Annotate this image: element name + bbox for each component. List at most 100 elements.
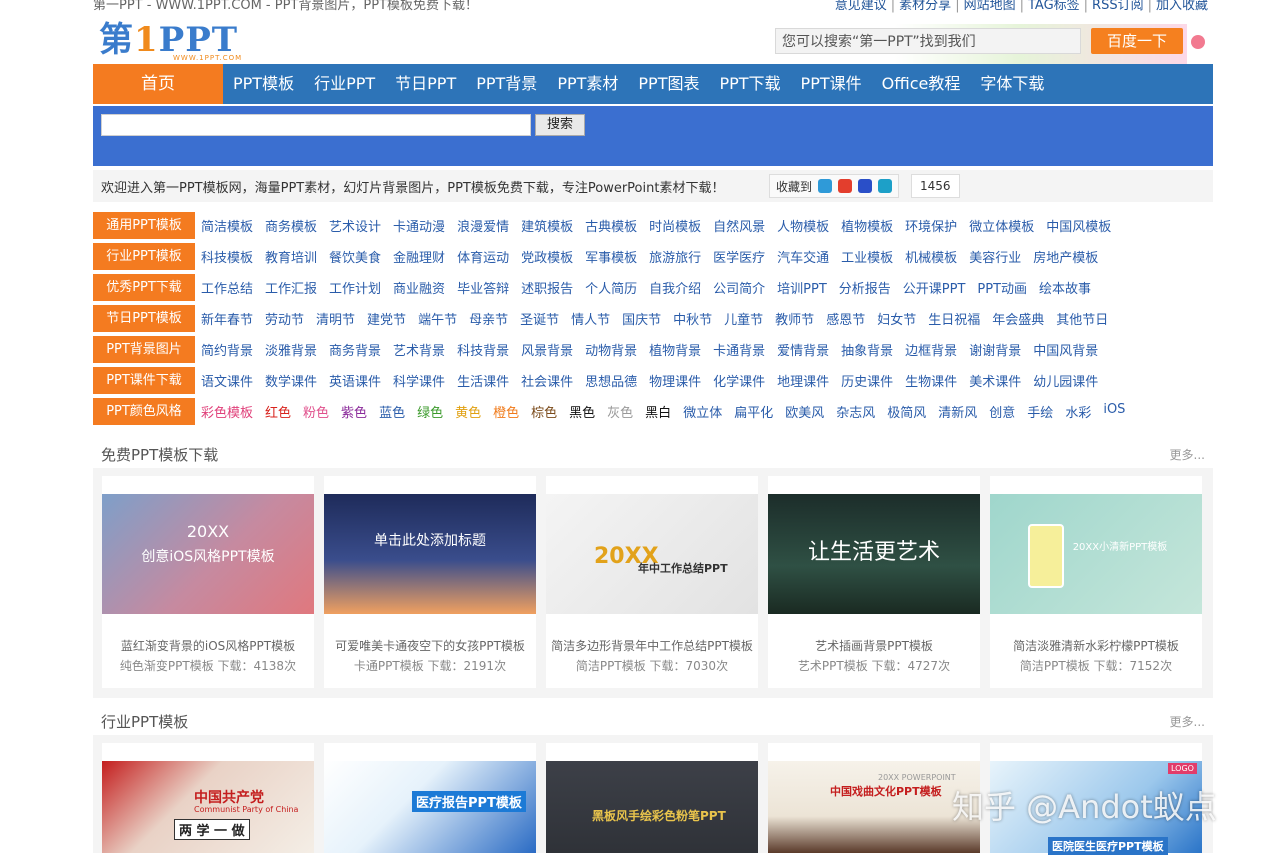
nav-item[interactable]: Office教程 <box>872 64 971 104</box>
category-link[interactable]: 语文课件 <box>201 371 253 390</box>
category-link[interactable]: 公开课PPT <box>903 278 966 297</box>
category-label[interactable]: PPT课件下载 <box>93 367 195 394</box>
category-link[interactable]: 植物模板 <box>841 216 893 235</box>
category-link[interactable]: 建筑模板 <box>521 216 573 235</box>
category-link[interactable]: 清明节 <box>316 309 355 328</box>
category-link[interactable]: 旅游旅行 <box>649 247 701 266</box>
top-link[interactable]: 网站地图 <box>964 0 1016 13</box>
category-link[interactable]: 绿色 <box>417 402 443 421</box>
baidu-search-input[interactable]: 您可以搜索“第一PPT”找到我们 <box>775 28 1081 54</box>
category-link[interactable]: 自我介绍 <box>649 278 701 297</box>
share-icon[interactable] <box>878 179 893 193</box>
category-link[interactable]: 化学课件 <box>713 371 765 390</box>
category-link[interactable]: 年会盛典 <box>992 309 1044 328</box>
category-link[interactable]: 中秋节 <box>673 309 712 328</box>
category-link[interactable]: 简洁模板 <box>201 216 253 235</box>
category-link[interactable]: 美术课件 <box>969 371 1021 390</box>
category-link[interactable]: 蓝色 <box>379 402 405 421</box>
template-card[interactable]: 医疗报告PPT模板 <box>324 743 536 853</box>
category-link[interactable]: 生日祝福 <box>928 309 980 328</box>
baidu-search-button[interactable]: 百度一下 <box>1091 28 1183 54</box>
category-label[interactable]: PPT背景图片 <box>93 336 195 363</box>
nav-item[interactable]: PPT素材 <box>547 64 628 104</box>
site-logo[interactable]: 第1PPT WWW.1PPT.COM <box>99 20 269 62</box>
category-link[interactable]: 思想品德 <box>585 371 637 390</box>
category-link[interactable]: 劳动节 <box>265 309 304 328</box>
category-link[interactable]: 金融理财 <box>393 247 445 266</box>
template-card[interactable]: 20XX 年中工作总结PPT 简洁多边形背景年中工作总结PPT模板 简洁PPT模板 下… <box>546 476 758 688</box>
category-link[interactable]: 分析报告 <box>839 278 891 297</box>
template-thumbnail[interactable]: 20XX 年中工作总结PPT <box>546 494 758 614</box>
category-link[interactable]: 商务模板 <box>265 216 317 235</box>
category-link[interactable]: 彩色模板 <box>201 402 253 421</box>
category-link[interactable]: 爱情背景 <box>777 340 829 359</box>
category-link[interactable]: 地理课件 <box>777 371 829 390</box>
category-link[interactable]: 自然风景 <box>713 216 765 235</box>
template-card[interactable]: 20XX小清新PPT模板 简洁淡雅清新水彩柠檬PPT模板 简洁PPT模板 下载：71… <box>990 476 1202 688</box>
category-link[interactable]: 公司简介 <box>713 278 765 297</box>
category-link[interactable]: 其他节日 <box>1056 309 1108 328</box>
category-link[interactable]: iOS <box>1103 402 1125 421</box>
category-link[interactable]: 幼儿园课件 <box>1033 371 1098 390</box>
category-link[interactable]: 科技背景 <box>457 340 509 359</box>
category-link[interactable]: 机械模板 <box>905 247 957 266</box>
template-card[interactable]: 让生活更艺术 艺术插画背景PPT模板 艺术PPT模板 下载：4727次 <box>768 476 980 688</box>
category-link[interactable]: 圣诞节 <box>520 309 559 328</box>
category-link[interactable]: 工作总结 <box>201 278 253 297</box>
category-link[interactable]: 党政模板 <box>521 247 573 266</box>
category-link[interactable]: 微立体模板 <box>969 216 1034 235</box>
category-link[interactable]: 环境保护 <box>905 216 957 235</box>
category-link[interactable]: 餐饮美食 <box>329 247 381 266</box>
category-link[interactable]: 清新风 <box>938 402 977 421</box>
category-link[interactable]: 科学课件 <box>393 371 445 390</box>
top-link[interactable]: TAG标签 <box>1028 0 1080 13</box>
site-search-input[interactable] <box>101 114 531 136</box>
category-link[interactable]: 物理课件 <box>649 371 701 390</box>
category-link[interactable]: 微立体 <box>683 402 722 421</box>
template-card[interactable]: 中国共产党 Communist Party of China 两 学 一 做 <box>102 743 314 853</box>
category-link[interactable]: 国庆节 <box>622 309 661 328</box>
template-thumbnail[interactable]: 黑板风手绘彩色粉笔PPT <box>546 761 758 853</box>
nav-item[interactable]: 节日PPT <box>385 64 466 104</box>
category-link[interactable]: 谢谢背景 <box>969 340 1021 359</box>
category-link[interactable]: 动物背景 <box>585 340 637 359</box>
top-link[interactable]: 加入收藏 <box>1156 0 1208 13</box>
category-link[interactable]: 房地产模板 <box>1033 247 1098 266</box>
category-link[interactable]: 历史课件 <box>841 371 893 390</box>
template-title[interactable]: 简洁淡雅清新水彩柠檬PPT模板 <box>990 637 1202 654</box>
category-link[interactable]: 生物课件 <box>905 371 957 390</box>
category-link[interactable]: 工作计划 <box>329 278 381 297</box>
template-card[interactable]: 单击此处添加标题 可爱唯美卡通夜空下的女孩PPT模板 卡通PPT模板 下载：2191… <box>324 476 536 688</box>
site-search-button[interactable]: 搜索 <box>535 114 585 136</box>
category-link[interactable]: 水彩 <box>1065 402 1091 421</box>
category-link[interactable]: 棕色 <box>531 402 557 421</box>
nav-item[interactable]: PPT图表 <box>628 64 709 104</box>
category-link[interactable]: 植物背景 <box>649 340 701 359</box>
category-link[interactable]: 橙色 <box>493 402 519 421</box>
category-label[interactable]: 通用PPT模板 <box>93 212 195 239</box>
category-link[interactable]: 卡通动漫 <box>393 216 445 235</box>
category-label[interactable]: 优秀PPT下载 <box>93 274 195 301</box>
category-link[interactable]: 中国风模板 <box>1046 216 1111 235</box>
template-card[interactable]: 黑板风手绘彩色粉笔PPT <box>546 743 758 853</box>
template-title[interactable]: 艺术插画背景PPT模板 <box>768 637 980 654</box>
category-link[interactable]: 艺术背景 <box>393 340 445 359</box>
category-link[interactable]: 情人节 <box>571 309 610 328</box>
category-link[interactable]: 卡通背景 <box>713 340 765 359</box>
category-link[interactable]: 社会课件 <box>521 371 573 390</box>
template-title[interactable]: 可爱唯美卡通夜空下的女孩PPT模板 <box>324 637 536 654</box>
category-link[interactable]: 扁平化 <box>734 402 773 421</box>
category-link[interactable]: 端午节 <box>418 309 457 328</box>
category-link[interactable]: 中国风背景 <box>1033 340 1098 359</box>
more-link[interactable]: 更多... <box>1170 713 1205 730</box>
top-link[interactable]: 意见建议 <box>835 0 887 13</box>
category-link[interactable]: 古典模板 <box>585 216 637 235</box>
category-link[interactable]: 商业融资 <box>393 278 445 297</box>
category-link[interactable]: 黑色 <box>569 402 595 421</box>
nav-item[interactable]: PPT模板 <box>223 64 304 104</box>
category-link[interactable]: 极简风 <box>887 402 926 421</box>
category-link[interactable]: 述职报告 <box>521 278 573 297</box>
category-link[interactable]: 教育培训 <box>265 247 317 266</box>
template-thumbnail[interactable]: 医疗报告PPT模板 <box>324 761 536 853</box>
category-link[interactable]: 时尚模板 <box>649 216 701 235</box>
